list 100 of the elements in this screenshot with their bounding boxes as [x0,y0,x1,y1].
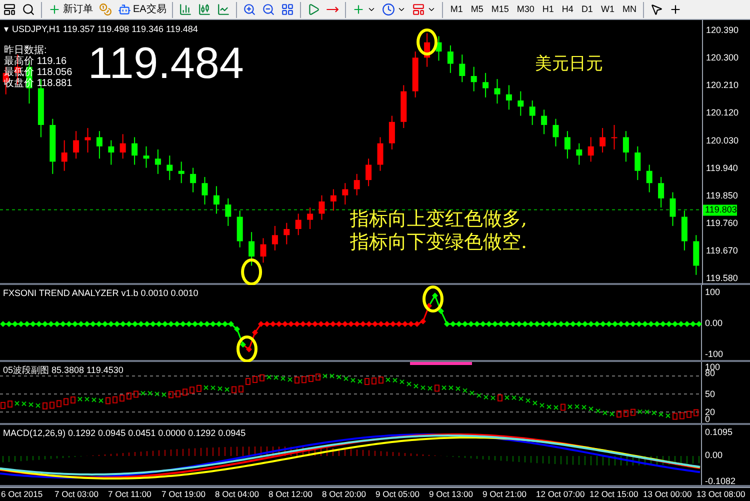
candle [166,155,173,181]
candle [529,100,536,126]
time-label: 8 Oct 04:00 [214,488,260,501]
candle [470,66,477,92]
timeframe-button[interactable]: H4 [558,0,578,18]
time-label: 9 Oct 05:00 [374,488,420,501]
new-order-button[interactable]: 新订单 [45,0,96,18]
note-text: 指标向下变绿色做空. [350,231,528,254]
candle [132,136,138,166]
candle [225,198,232,226]
timeframe-button[interactable]: M30 [512,0,538,18]
caret-icon [367,5,376,14]
time-label: 6 Oct 2015 [0,488,44,501]
axis-label: 100 [705,287,720,297]
axis-label: 120.030 [706,135,739,146]
time-label: 9 Oct 21:00 [482,488,528,501]
candle [108,140,114,166]
candle [213,186,220,214]
candle [143,146,150,168]
candle [552,118,559,147]
candle [354,173,360,196]
indicator-label: 05波段副图 85.3808 119.4530 [3,364,124,377]
expert-advisors-button[interactable]: EA交易 [115,0,170,18]
timeframe-button[interactable]: H1 [538,0,558,18]
clock-icon [382,3,396,16]
time-label: 8 Oct 12:00 [268,488,314,501]
candle [693,234,700,276]
candle [412,51,418,98]
candle [50,118,56,174]
axis-label: 20 [705,407,716,417]
axis-label: -0.1082 [705,476,736,486]
candle [330,188,336,212]
axis-label: 119.850 [706,190,738,200]
axis-label: 50 [705,389,716,399]
candle [622,130,629,162]
candle [388,115,395,150]
current-price-tag: 119.803 [703,204,737,216]
time-label: 12 Oct 07:00 [535,488,586,501]
candle [154,148,161,174]
axis-label: 120.390 [706,25,739,36]
axis-label: 119.670 [706,245,738,256]
candle [190,167,196,193]
candle [658,176,664,208]
candle [634,146,641,181]
timeframe-button[interactable]: M1 [446,0,467,18]
candle [576,142,582,166]
candle [248,232,255,266]
timeframe-button[interactable]: MN [618,0,640,18]
timeframe-button[interactable]: M15 [487,0,513,18]
time-label: 12 Oct 15:00 [588,488,640,501]
axis-label: 0.00 [705,318,723,328]
time-label: 7 Oct 03:00 [54,488,100,501]
time-label: 13 Oct 00:00 [642,488,693,501]
big-price: 119.484 [88,40,244,88]
candle [518,90,524,116]
axis-label: 119.940 [706,162,738,173]
candle [377,136,384,172]
plus-icon [352,3,366,16]
note-text: 指标向上变红色做多, [350,208,528,231]
info-line: 昨日数据: [4,45,48,56]
time-label: 13 Oct 08:00 [696,488,746,501]
candle [96,130,102,160]
candle [202,176,208,206]
candle [541,109,548,135]
candle [447,44,454,74]
axis-label: 119.760 [706,218,738,228]
candle [670,192,676,226]
indicator-label: FXSONI TREND ANALYZER v1.b 0.0010 0.0010 [3,287,198,300]
timeframe-button[interactable]: M5 [466,0,488,18]
candle [295,213,302,236]
time-label: 7 Oct 11:00 [107,488,152,501]
candle [236,210,243,248]
timeframe-button[interactable]: W1 [596,0,618,18]
candle [120,134,126,160]
level-bar [410,362,472,365]
time-label: 9 Oct 13:00 [428,488,474,501]
timeframe-button[interactable]: D1 [577,0,597,18]
pair-label: 美元日元 [535,53,603,76]
indicator-label: MACD(12,26,9) 0.1292 0.0945 0.0451 0.0000 0.1292 0.0945 [3,427,246,440]
candle [506,84,512,110]
candle [366,158,372,187]
candle [459,54,466,83]
candle [272,225,278,251]
candle [342,182,348,206]
axis-label: 119.580 [706,272,738,283]
axis-label: 0.1095 [705,427,733,437]
candle [494,78,500,104]
highlight-circle [416,28,438,56]
axis-label: 120.210 [706,80,739,90]
dropdown-marker[interactable]: ▾ [4,23,9,36]
candle [73,130,80,160]
candle [600,128,606,153]
axis-label: 0.00 [705,450,723,460]
candle [400,84,407,129]
candle [564,130,570,160]
template-icon [412,3,426,16]
candle [318,194,325,220]
candle [307,207,314,230]
candle [681,210,688,251]
candle [260,238,266,264]
